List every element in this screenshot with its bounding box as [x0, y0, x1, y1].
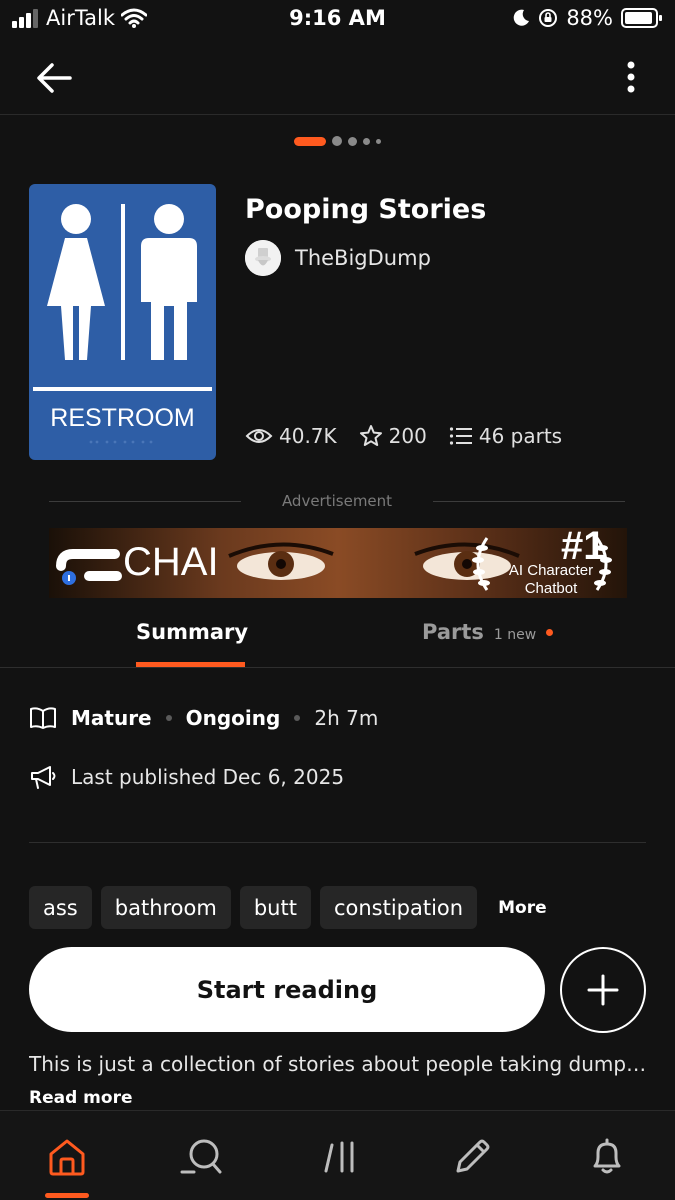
story-cover[interactable]: RESTROOM: [29, 184, 216, 460]
ad-banner[interactable]: CHAI #1 AI Character Chatbot: [49, 528, 627, 598]
separator-dot: [165, 715, 172, 721]
book-icon: [30, 707, 56, 729]
pager-dot[interactable]: [348, 136, 357, 146]
more-tags-button[interactable]: More: [498, 898, 547, 918]
pencil-icon: [456, 1139, 490, 1173]
tab-parts-label: Parts: [422, 620, 484, 644]
tab-active-indicator: [136, 662, 245, 667]
story-stats: 40.7K 200 46 parts: [245, 424, 562, 448]
ad-tagline: AI Character Chatbot: [491, 562, 611, 598]
carousel-pager: [0, 136, 675, 146]
start-reading-button[interactable]: Start reading: [29, 947, 545, 1032]
rating-label: Mature: [71, 706, 152, 730]
parts-stat: 46 parts: [449, 424, 562, 448]
bottom-nav: [0, 1110, 675, 1200]
nav-home[interactable]: [45, 1135, 89, 1179]
section-divider: [29, 842, 646, 843]
reads-count: 40.7K: [279, 424, 337, 448]
last-published-row: Last published Dec 6, 2025: [29, 764, 344, 790]
reading-time: 2h 7m: [314, 706, 379, 730]
more-options-button[interactable]: [619, 56, 643, 100]
pager-dot-active[interactable]: [294, 136, 326, 146]
parts-count: 46 parts: [478, 424, 563, 448]
plus-icon: [587, 974, 619, 1006]
tab-summary[interactable]: Summary: [136, 620, 248, 644]
story-description: This is just a collection of stories abo…: [29, 1052, 649, 1076]
pager-dot[interactable]: [332, 136, 342, 146]
nav-active-indicator: [45, 1193, 89, 1198]
votes-stat: 200: [359, 424, 427, 448]
moon-icon: [514, 9, 530, 26]
search-icon: [180, 1139, 222, 1174]
ad-label-row: Advertisement: [49, 492, 625, 512]
status-bar: AirTalk 9:16 AM 88%: [0, 0, 675, 40]
nav-write[interactable]: [450, 1135, 494, 1179]
chai-logo-icon: [56, 549, 122, 585]
eye-icon: [245, 429, 273, 443]
pager-dot[interactable]: [363, 137, 370, 145]
status-label: Ongoing: [185, 706, 281, 730]
reads-stat: 40.7K: [245, 424, 337, 448]
home-icon: [49, 1139, 85, 1176]
add-to-library-button[interactable]: [560, 947, 646, 1033]
orientation-lock-icon: [539, 9, 558, 27]
ad-tagline-line1: AI Character: [508, 562, 594, 579]
library-icon: [324, 1141, 354, 1173]
author-link[interactable]: TheBigDump: [245, 240, 431, 276]
nav-notifications[interactable]: [585, 1135, 629, 1179]
story-tabs: Summary Parts 1 new: [0, 610, 675, 668]
ad-tagline-line2: Chatbot: [524, 580, 578, 597]
tag-chip[interactable]: ass: [29, 886, 92, 929]
tag-chip[interactable]: bathroom: [100, 886, 231, 929]
tag-list: ass bathroom butt constipation More: [29, 886, 547, 929]
story-meta: Mature Ongoing 2h 7m: [29, 706, 378, 730]
list-icon: [449, 427, 472, 445]
back-button[interactable]: [32, 56, 76, 100]
pager-dot[interactable]: [376, 138, 381, 144]
nav-library[interactable]: [318, 1135, 362, 1179]
last-published: Last published Dec 6, 2025: [71, 765, 345, 789]
battery-percent: 88%: [566, 6, 613, 30]
story-title: Pooping Stories: [245, 194, 487, 225]
star-icon: [359, 425, 382, 446]
tab-parts[interactable]: Parts 1 new: [422, 620, 554, 644]
cover-text: RESTROOM: [50, 404, 195, 432]
app-bar: [0, 40, 675, 115]
megaphone-icon: [31, 766, 56, 789]
new-indicator-dot: [546, 628, 554, 636]
votes-count: 200: [388, 424, 427, 448]
more-vertical-icon: [627, 61, 635, 93]
author-name: TheBigDump: [295, 246, 431, 270]
separator-dot: [294, 715, 301, 721]
divider: [433, 501, 625, 502]
ad-brand: CHAI: [123, 540, 219, 584]
battery-icon: [621, 8, 662, 28]
toilet-avatar-icon: [245, 240, 281, 276]
read-more-link[interactable]: Read more: [29, 1088, 133, 1108]
bell-icon: [593, 1138, 621, 1174]
nav-search[interactable]: [180, 1135, 224, 1179]
tag-chip[interactable]: butt: [239, 886, 311, 929]
status-right: 88%: [512, 6, 663, 30]
back-arrow-icon: [37, 63, 72, 93]
author-avatar: [245, 240, 281, 276]
new-parts-badge: 1 new: [493, 627, 537, 643]
tag-chip[interactable]: constipation: [319, 886, 478, 929]
